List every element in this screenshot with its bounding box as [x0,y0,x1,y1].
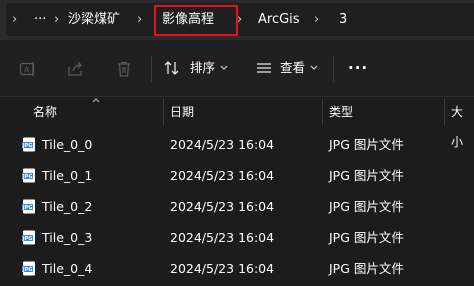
column-divider[interactable] [163,99,164,125]
jpg-file-icon: JPG [22,230,35,245]
chevron-right-icon: › [54,12,60,27]
jpg-file-icon: JPG [22,137,35,152]
breadcrumb-more-button[interactable]: ··· [34,3,46,36]
share-icon[interactable] [66,60,84,78]
file-type: JPG 图片文件 [329,199,404,214]
file-row[interactable]: JPG Tile_0_1 2024/5/23 16:04 JPG 图片文件 [0,160,474,191]
file-type: JPG 图片文件 [329,261,404,276]
column-header-name[interactable]: 名称 [33,97,57,127]
sort-icon [164,61,179,75]
file-type: JPG 图片文件 [329,230,404,245]
file-date: 2024/5/23 16:04 [170,137,275,152]
rename-icon[interactable]: A [19,60,37,78]
chevron-right-icon: › [237,12,243,27]
file-row[interactable]: JPG Tile_0_2 2024/5/23 16:04 JPG 图片文件 [0,191,474,222]
file-name: Tile_0_1 [42,168,93,183]
jpg-file-icon: JPG [22,199,35,214]
chevron-down-icon [220,65,228,70]
view-icon [257,63,271,73]
file-row[interactable]: JPG Tile_0_4 2024/5/23 16:04 JPG 图片文件 [0,253,474,284]
column-header-date[interactable]: 日期 [170,97,194,127]
svg-text:JPG: JPG [22,205,32,211]
more-options-button[interactable]: ··· [348,54,368,82]
breadcrumb-item-current-folder[interactable]: 影像高程 [162,3,214,36]
chevron-right-icon: › [314,12,320,27]
chevron-right-icon: › [12,12,18,27]
file-row[interactable]: JPG Tile_0_0 2024/5/23 16:04 JPG 图片文件 [0,129,474,160]
delete-icon[interactable] [115,60,133,78]
file-name: Tile_0_3 [42,230,93,245]
view-label: 查看 [280,60,306,75]
sort-ascending-icon [92,98,100,103]
breadcrumb-item[interactable]: 3 [339,3,347,36]
sort-label: 排序 [190,60,216,75]
file-date: 2024/5/23 16:04 [170,199,275,214]
jpg-file-icon: JPG [22,261,35,276]
svg-text:JPG: JPG [22,143,32,149]
svg-text:JPG: JPG [22,236,32,242]
toolbar-divider [333,56,334,82]
file-type: JPG 图片文件 [329,137,404,152]
svg-text:JPG: JPG [22,267,32,273]
file-type: JPG 图片文件 [329,168,404,183]
svg-text:A: A [24,66,30,75]
column-divider[interactable] [444,99,445,125]
file-date: 2024/5/23 16:04 [170,230,275,245]
column-header-row: 名称 日期 类型 大小 [0,97,474,149]
file-name: Tile_0_4 [42,261,93,276]
column-header-size[interactable]: 大小 [451,97,474,149]
address-bar: › ··· › 沙梁煤矿 › 影像高程 › ArcGis › 3 [0,0,474,40]
breadcrumb[interactable]: › ··· › 沙梁煤矿 › 影像高程 › ArcGis › 3 [6,3,474,36]
file-date: 2024/5/23 16:04 [170,168,275,183]
file-name: Tile_0_0 [42,137,93,152]
chevron-down-icon [310,65,318,70]
chevron-right-icon: › [137,12,143,27]
command-bar: A 排序 查看 ··· [0,40,474,97]
breadcrumb-item[interactable]: ArcGis [258,3,300,36]
breadcrumb-item[interactable]: 沙梁煤矿 [68,3,120,36]
column-header-type[interactable]: 类型 [329,97,353,127]
jpg-file-icon: JPG [22,168,35,183]
toolbar-divider [151,56,152,82]
file-name: Tile_0_2 [42,199,93,214]
file-row[interactable]: JPG Tile_0_3 2024/5/23 16:04 JPG 图片文件 [0,222,474,253]
svg-text:JPG: JPG [22,174,32,180]
column-divider[interactable] [322,99,323,125]
file-date: 2024/5/23 16:04 [170,261,275,276]
